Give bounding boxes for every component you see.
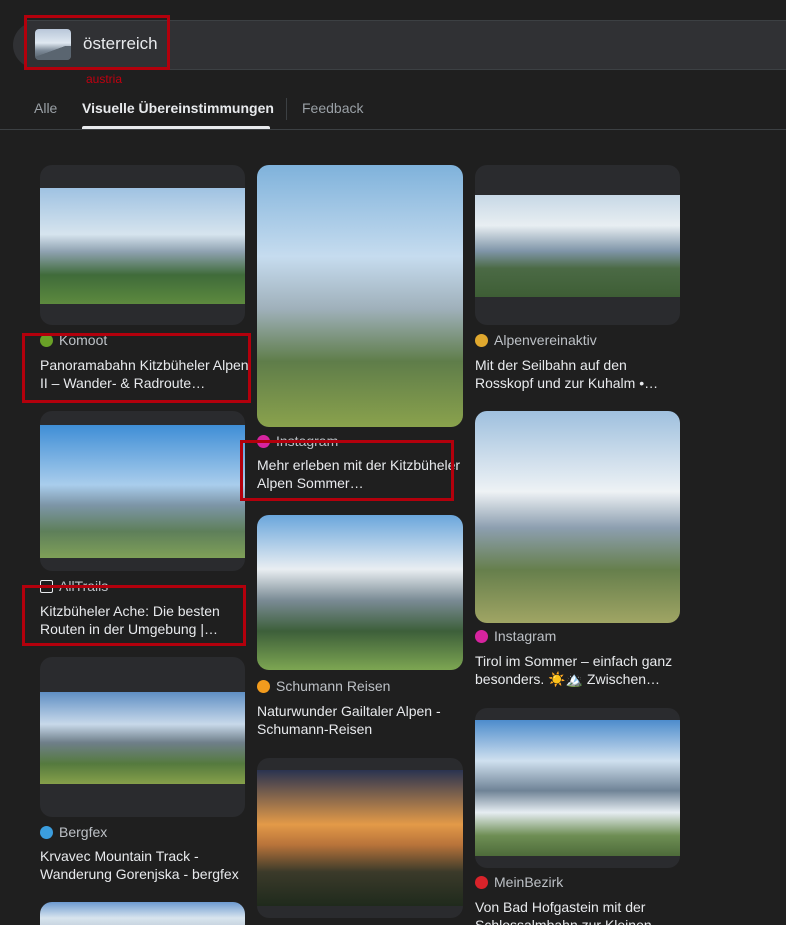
schumann-reisen-icon [257, 679, 270, 693]
highlight-box [22, 333, 251, 403]
source-name: MeinBezirk [494, 874, 564, 890]
result-source-9[interactable]: MeinBezirk [475, 874, 563, 890]
bergfex-icon [40, 825, 53, 839]
result-image[interactable] [257, 770, 463, 906]
result-card-10[interactable] [40, 902, 245, 925]
result-card-1[interactable] [40, 165, 245, 325]
source-name: Alpenvereinaktiv [494, 332, 597, 348]
active-tab-indicator [82, 126, 270, 129]
result-card-7[interactable] [40, 657, 245, 817]
result-image[interactable] [475, 411, 680, 623]
result-card-9[interactable] [475, 708, 680, 868]
tab-divider [286, 98, 287, 120]
result-title-5[interactable]: Naturwunder Gailtaler Alpen - Schumann-R… [257, 702, 467, 738]
result-image[interactable] [40, 188, 245, 304]
result-card-5[interactable] [257, 515, 463, 670]
result-card-2[interactable] [257, 165, 463, 427]
tab-feedback[interactable]: Feedback [302, 100, 363, 116]
source-name: Instagram [494, 628, 557, 644]
result-image[interactable] [475, 195, 680, 297]
tab-alle[interactable]: Alle [34, 100, 57, 116]
result-image[interactable] [40, 425, 245, 558]
meinbezirk-icon [475, 875, 488, 889]
result-title-7[interactable]: Krvavec Mountain Track - Wanderung Goren… [40, 847, 250, 883]
result-image[interactable] [257, 515, 463, 670]
result-image[interactable] [40, 692, 245, 784]
highlight-box [24, 15, 170, 70]
instagram-icon [475, 629, 488, 643]
source-name: Schumann Reisen [276, 678, 391, 694]
result-card-6[interactable] [475, 411, 680, 623]
result-source-3[interactable]: Alpenvereinaktiv [475, 332, 597, 348]
source-name: Bergfex [59, 824, 108, 840]
query-translation-annotation: austria [86, 72, 123, 86]
result-source-7[interactable]: Bergfex [40, 824, 107, 840]
search-header: österreich austria [0, 0, 786, 90]
result-card-3[interactable] [475, 165, 680, 325]
result-title-6[interactable]: Tirol im Sommer – einfach ganz besonders… [475, 652, 685, 688]
highlight-box [240, 440, 454, 501]
result-title-3[interactable]: Mit der Seilbahn auf den Rosskopf und zu… [475, 356, 685, 392]
result-title-9[interactable]: Von Bad Hofgastein mit der Schlossalmbah… [475, 898, 685, 925]
result-source-5[interactable]: Schumann Reisen [257, 678, 390, 694]
result-image[interactable] [40, 902, 245, 925]
result-source-6[interactable]: Instagram [475, 628, 556, 644]
tab-bar: Alle Visuelle Übereinstimmungen Feedback [0, 90, 786, 130]
result-card-4[interactable] [40, 411, 245, 571]
result-image[interactable] [475, 720, 680, 856]
tab-visual-matches[interactable]: Visuelle Übereinstimmungen [82, 100, 274, 116]
highlight-box [22, 585, 246, 646]
alpenvereinaktiv-icon [475, 333, 488, 347]
result-image[interactable] [257, 165, 463, 427]
result-card-8[interactable] [257, 758, 463, 918]
